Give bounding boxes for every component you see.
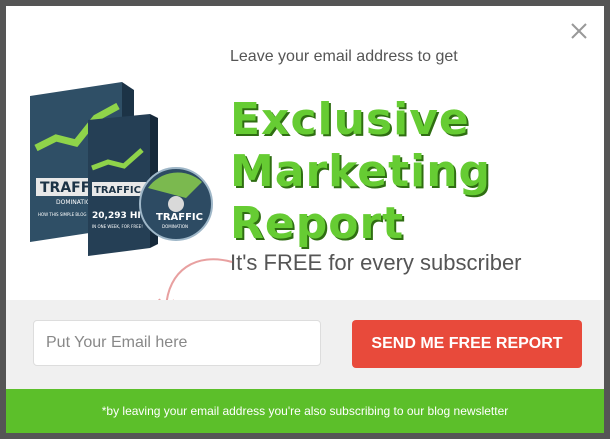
signup-form: SEND ME FREE REPORT bbox=[6, 300, 604, 389]
send-report-button[interactable]: SEND ME FREE REPORT bbox=[352, 320, 582, 368]
subheadline: It's FREE for every subscriber bbox=[230, 250, 522, 275]
headline-line: Report bbox=[230, 198, 405, 249]
headline: Exclusive Marketing Report bbox=[230, 94, 590, 250]
product-image: TRAFFIC DOMINATION HOW THIS SIMPLE BLOG … bbox=[30, 82, 213, 256]
product-blurb-2: IN ONE WEEK, FOR FREE! bbox=[92, 224, 143, 229]
dvd-title: TRAFFIC bbox=[94, 185, 141, 196]
disc-title: TRAFFIC bbox=[156, 212, 203, 223]
subscribe-modal: TRAFFIC DOMINATION HOW THIS SIMPLE BLOG … bbox=[6, 6, 604, 433]
headline-line: Marketing bbox=[230, 146, 492, 197]
email-input[interactable] bbox=[33, 320, 321, 366]
disc-subtitle: DOMINATION bbox=[162, 224, 188, 229]
intro-text: Leave your email address to get bbox=[230, 48, 458, 65]
headline-line: Exclusive bbox=[230, 94, 470, 145]
footer-note: *by leaving your email address you're al… bbox=[6, 389, 604, 433]
hero-section: TRAFFIC DOMINATION HOW THIS SIMPLE BLOG … bbox=[6, 6, 604, 300]
